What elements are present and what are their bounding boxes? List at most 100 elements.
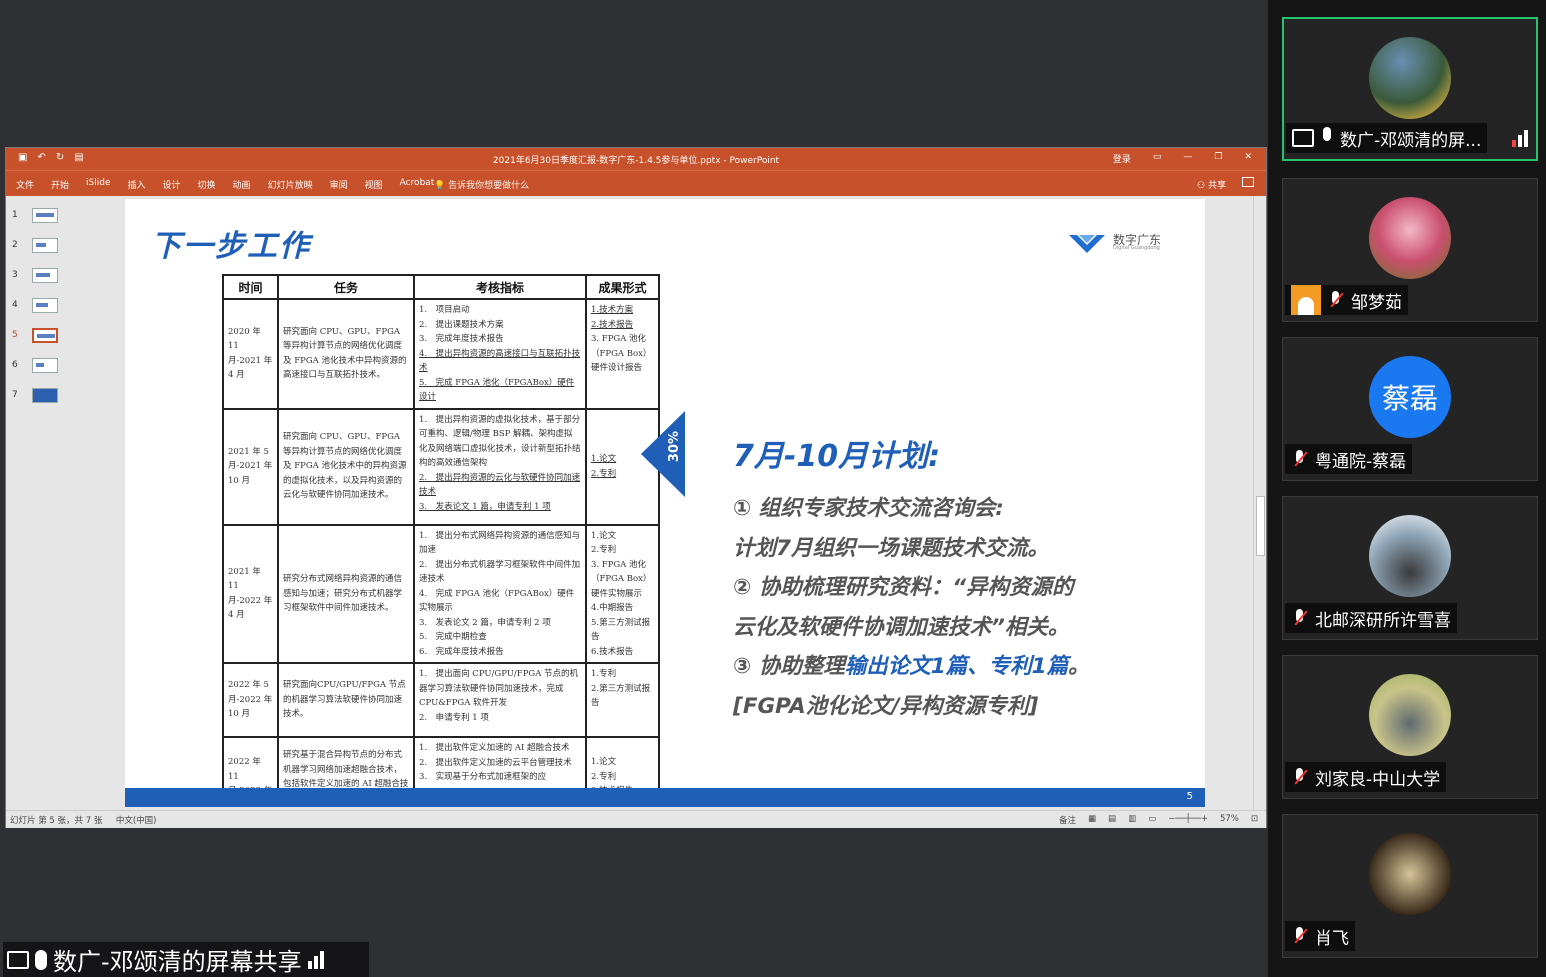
- logo-icon: [1069, 235, 1105, 253]
- indicator-item: 5. 完成 FPGA 池化（FPGABox）硬件设计: [419, 377, 575, 403]
- plan-section: 7月-10月计划: ① 组织专家技术交流咨询会: 计划7月组织一场课题技术交流。…: [733, 431, 1173, 726]
- indicator-item: 3. 发表论文 2 篇，申请专利 2 项: [419, 617, 551, 628]
- reading-view-icon[interactable]: ▥: [1128, 814, 1136, 826]
- scrollbar-thumb[interactable]: [1256, 496, 1265, 556]
- indicator-cell: 1. 提出分布式网络异构资源的通信感知与加速 2. 提出分布式机器学习框架软件中…: [413, 523, 587, 664]
- thumbnail-number: 5: [12, 330, 18, 340]
- indicator-item: 2. 提出课题技术方案: [419, 319, 504, 330]
- ribbon-display-icon[interactable]: ▭: [1153, 152, 1162, 165]
- indicator-item: 1. 提出异构资源的虚拟化技术，基于部分可重构、逻辑/物理 BSP 解耦、架构虚…: [419, 414, 581, 469]
- indicator-item: 2. 提出软件定义加速的云平台管理技术: [419, 757, 572, 768]
- tab-acrobat[interactable]: Acrobat: [400, 178, 435, 191]
- time-cell: 2021 年 5 月-2021 年 10 月: [222, 407, 279, 526]
- tab-review[interactable]: 审阅: [330, 178, 348, 191]
- slide-thumbnail[interactable]: 3: [12, 268, 58, 288]
- plan-text: 。: [1068, 654, 1090, 679]
- slide-thumbnail[interactable]: 7: [12, 388, 58, 408]
- tab-slideshow[interactable]: 幻灯片放映: [268, 178, 313, 191]
- tab-home[interactable]: 开始: [51, 178, 69, 191]
- close-icon[interactable]: ✕: [1244, 152, 1252, 165]
- signal-icon: [1512, 130, 1528, 147]
- column-header: 考核指标: [413, 274, 587, 300]
- output-cell: 1.专利 2.第三方测试报告: [585, 662, 660, 738]
- slide-thumbnail[interactable]: 1: [12, 208, 58, 228]
- plan-line: 计划7月组织一场课题技术交流。: [733, 535, 1049, 561]
- slideshow-icon[interactable]: ▭: [1148, 814, 1156, 826]
- participant-name: 肖飞: [1315, 928, 1349, 949]
- mic-muted-icon: [1291, 926, 1309, 946]
- task-cell: 研究面向 CPU、GPU、FPGA 等异构计算节点的网络优化调度及 FPGA 池…: [277, 407, 415, 526]
- indicator-item: 6. 完成年度技术报告: [419, 646, 504, 657]
- comments-icon[interactable]: [1242, 177, 1254, 187]
- indicator-item: 1. 项目启动: [419, 305, 470, 315]
- participant-tile[interactable]: 邹梦茹: [1282, 178, 1538, 322]
- title-bar: ▣ ↶ ↻ ▤ 2021年6月30日季度汇报-数字广东-1.4.5参与单位.pp…: [6, 148, 1266, 170]
- participant-tile[interactable]: 蔡磊 粤通院-蔡磊: [1282, 337, 1538, 481]
- table-row: 2021 年 11 月-2022 年 4 月 研究分布式网络异构资源的通信感知与…: [222, 523, 660, 664]
- thumbnail-number: 4: [12, 300, 18, 310]
- login-link[interactable]: 登录: [1113, 152, 1131, 165]
- monitor-icon: [1292, 129, 1314, 147]
- plan-line: 云化及软硬件协调加速技术”相关。: [733, 614, 1070, 640]
- participant-tile[interactable]: 刘家良-中山大学: [1282, 655, 1538, 799]
- output-item: 1.专利: [591, 669, 617, 679]
- thumbnail-number: 3: [12, 270, 18, 280]
- slide-thumbnail[interactable]: 4: [12, 298, 58, 318]
- slide-thumbnail[interactable]: 2: [12, 238, 58, 258]
- signal-icon: [307, 950, 324, 969]
- participant-tile[interactable]: 数广-邓颂清的屏...: [1282, 17, 1538, 161]
- tab-animations[interactable]: 动画: [233, 178, 251, 191]
- table-row: 2021 年 5 月-2021 年 10 月 研究面向 CPU、GPU、FPGA…: [222, 407, 660, 526]
- output-cell: 1.技术方案 2.技术报告 3. FPGA 池化（FPGA Box）硬件设计报告: [585, 298, 660, 410]
- tab-transitions[interactable]: 切换: [198, 178, 216, 191]
- plan-line: ② 协助梳理研究资料：“异构资源的: [733, 575, 1074, 600]
- company-logo: 数字广东 Digital Guangdong: [1067, 229, 1177, 257]
- thumbnail-number: 1: [12, 210, 18, 220]
- vertical-scrollbar[interactable]: [1253, 196, 1266, 810]
- slide-footer-bar: 5: [125, 788, 1205, 807]
- logo-subtext: Digital Guangdong: [1113, 245, 1160, 251]
- slide-thumbnails-pane: 1 2 3 4 5 6 7: [6, 196, 124, 810]
- ribbon-tabs: 文件 开始 iSlide 插入 设计 切换 动画 幻灯片放映 审阅 视图 Acr…: [6, 170, 1266, 196]
- indicator-item: 3. 实现基于分布式加速框架的应: [419, 772, 547, 782]
- output-item: 2.第三方测试报告: [591, 683, 651, 709]
- share-button[interactable]: ⚇ 共享: [1197, 178, 1226, 191]
- language-indicator[interactable]: 中文(中国): [116, 816, 157, 826]
- mic-muted-icon: [1291, 608, 1309, 628]
- tab-insert[interactable]: 插入: [128, 178, 146, 191]
- mic-muted-icon: [1291, 449, 1309, 469]
- tab-file[interactable]: 文件: [16, 178, 34, 191]
- document-title: 2021年6月30日季度汇报-数字广东-1.4.5参与单位.pptx - Pow…: [492, 156, 780, 166]
- slide-thumbnail[interactable]: 6: [12, 358, 58, 378]
- sorter-view-icon[interactable]: ▤: [1108, 814, 1116, 826]
- tab-view[interactable]: 视图: [365, 178, 383, 191]
- output-item: 2.专利: [591, 545, 617, 555]
- tab-design[interactable]: 设计: [163, 178, 181, 191]
- notes-button[interactable]: 备注: [1059, 814, 1076, 826]
- zoom-slider[interactable]: −──┼──+: [1168, 814, 1208, 826]
- minimize-icon[interactable]: —: [1183, 152, 1192, 165]
- participant-name: 刘家良-中山大学: [1315, 769, 1441, 790]
- output-item: 1.论文: [591, 530, 617, 541]
- indicator-item: 1. 提出分布式网络异构资源的通信感知与加速: [419, 530, 581, 556]
- participant-name-bar: 数广-邓颂清的屏...: [1286, 123, 1488, 153]
- share-owner: 数广-邓颂清的屏幕共享: [53, 948, 302, 976]
- tab-islide[interactable]: iSlide: [86, 178, 110, 191]
- restore-icon[interactable]: ❐: [1214, 152, 1222, 165]
- indicator-item: 1. 提出软件定义加速的 AI 超融合技术: [419, 743, 570, 753]
- participant-tile[interactable]: 肖飞: [1282, 814, 1538, 958]
- time-cell: 2022 年 5 月-2022 年 10 月: [222, 662, 279, 738]
- indicator-cell: 1. 项目启动 2. 提出课题技术方案 3. 完成年度技术报告 4. 提出异构资…: [413, 298, 587, 410]
- indicator-cell: 1. 提出异构资源的虚拟化技术，基于部分可重构、逻辑/物理 BSP 解耦、架构虚…: [413, 407, 587, 526]
- participant-tile[interactable]: 北邮深研所许雪喜: [1282, 496, 1538, 640]
- slide-canvas[interactable]: 下一步工作 数字广东 Digital Guangdong 时间 任务 考核指标 …: [125, 199, 1205, 807]
- output-item: 1.技术方案: [591, 305, 634, 315]
- participant-name: 数广-邓颂清的屏...: [1340, 130, 1482, 151]
- fit-window-icon[interactable]: ⊡: [1251, 814, 1258, 826]
- tell-me-box[interactable]: 💡 告诉我你想要做什么: [434, 178, 529, 191]
- output-cell: 1.论文 2.专利 3. FPGA 池化（FPGA Box）硬件实物展示 4.中…: [585, 523, 660, 664]
- table-row: 2020 年 11 月-2021 年 4 月 研究面向 CPU、GPU、FPGA…: [222, 298, 660, 410]
- slide-thumbnail-selected[interactable]: 5: [12, 328, 58, 348]
- zoom-level[interactable]: 57%: [1220, 814, 1239, 826]
- normal-view-icon[interactable]: ▦: [1088, 814, 1096, 826]
